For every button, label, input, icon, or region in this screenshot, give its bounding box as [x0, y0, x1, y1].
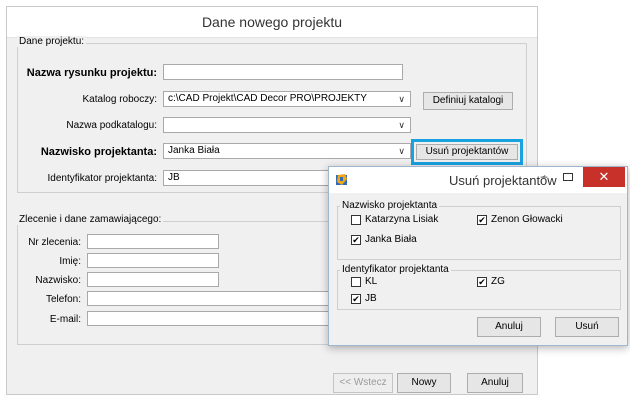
- last-name-input[interactable]: [87, 272, 219, 287]
- designer-name-value: Janka Biała: [168, 145, 220, 156]
- checkbox-zg[interactable]: ✔: [477, 277, 487, 287]
- phone-label: Telefon:: [45, 294, 81, 305]
- dialog-titlebar: Usuń projektantów – ✕: [329, 167, 627, 193]
- maximize-icon[interactable]: [557, 169, 579, 187]
- designer-ids-legend: Identyfikator projektanta: [340, 264, 451, 275]
- checkbox-janka-biala[interactable]: ✔: [351, 235, 361, 245]
- project-data-legend: Dane projektu:: [17, 36, 87, 47]
- checkbox-label-jb: JB: [365, 293, 377, 304]
- checkbox-label-zg: ZG: [491, 276, 505, 287]
- email-input[interactable]: [87, 311, 337, 326]
- app-icon: [335, 173, 349, 187]
- designer-id-label: Identyfikator projektanta:: [47, 173, 157, 184]
- checkbox-label-kl: KL: [365, 276, 378, 287]
- first-name-label: Imię:: [59, 256, 81, 267]
- email-label: E-mail:: [49, 314, 81, 325]
- checkbox-jb[interactable]: ✔: [351, 294, 361, 304]
- subcatalog-label: Nazwa podkatalogu:: [66, 120, 157, 131]
- working-catalog-value: c:\CAD Projekt\CAD Decor PRO\PROJEKTY: [168, 93, 367, 104]
- designer-names-legend: Nazwisko projektanta: [340, 200, 440, 211]
- designer-name-label: Nazwisko projektanta:: [40, 146, 157, 158]
- remove-designers-button[interactable]: Usuń projektantów: [416, 144, 518, 160]
- remove-designers-dialog: Usuń projektantów – ✕ Nazwisko projektan…: [328, 166, 628, 346]
- designer-name-select[interactable]: Janka Biała ∨: [163, 143, 411, 159]
- designer-id-input[interactable]: JB: [163, 170, 343, 186]
- checkbox-kl[interactable]: [351, 277, 361, 287]
- drawing-name-input[interactable]: [163, 64, 403, 80]
- subcatalog-select[interactable]: ∨: [163, 117, 411, 133]
- checkbox-zenon-glowacki[interactable]: ✔: [477, 215, 487, 225]
- order-number-input[interactable]: [87, 234, 219, 249]
- chevron-down-icon: ∨: [398, 146, 405, 156]
- order-data-legend: Zlecenie i dane zamawiającego:: [17, 214, 164, 225]
- close-icon[interactable]: ✕: [583, 167, 625, 187]
- cancel-button[interactable]: Anuluj: [467, 373, 523, 393]
- order-number-label: Nr zlecenia:: [28, 237, 81, 248]
- checkbox-katarzyna-lisiak[interactable]: [351, 215, 361, 225]
- first-name-input[interactable]: [87, 253, 219, 268]
- define-catalogs-button[interactable]: Definiuj katalogi: [423, 92, 513, 110]
- new-button[interactable]: Nowy: [397, 373, 451, 393]
- dialog-cancel-button[interactable]: Anuluj: [477, 317, 541, 337]
- checkbox-label-zenon-glowacki: Zenon Głowacki: [491, 214, 563, 225]
- chevron-down-icon: ∨: [398, 120, 405, 130]
- back-button[interactable]: << Wstecz: [333, 373, 393, 393]
- minimize-icon[interactable]: –: [533, 169, 555, 187]
- checkbox-label-janka-biala: Janka Biała: [365, 234, 417, 245]
- dialog-remove-button[interactable]: Usuń: [555, 317, 619, 337]
- designer-ids-group: [337, 270, 621, 310]
- chevron-down-icon: ∨: [398, 94, 405, 104]
- working-catalog-select[interactable]: c:\CAD Projekt\CAD Decor PRO\PROJEKTY ∨: [163, 91, 411, 107]
- checkbox-label-katarzyna-lisiak: Katarzyna Lisiak: [365, 214, 439, 225]
- working-catalog-label: Katalog roboczy:: [82, 94, 158, 105]
- phone-input[interactable]: [87, 291, 337, 306]
- window-title: Dane nowego projektu: [7, 7, 537, 38]
- last-name-label: Nazwisko:: [35, 275, 81, 286]
- drawing-name-label: Nazwa rysunku projektu:: [26, 67, 157, 79]
